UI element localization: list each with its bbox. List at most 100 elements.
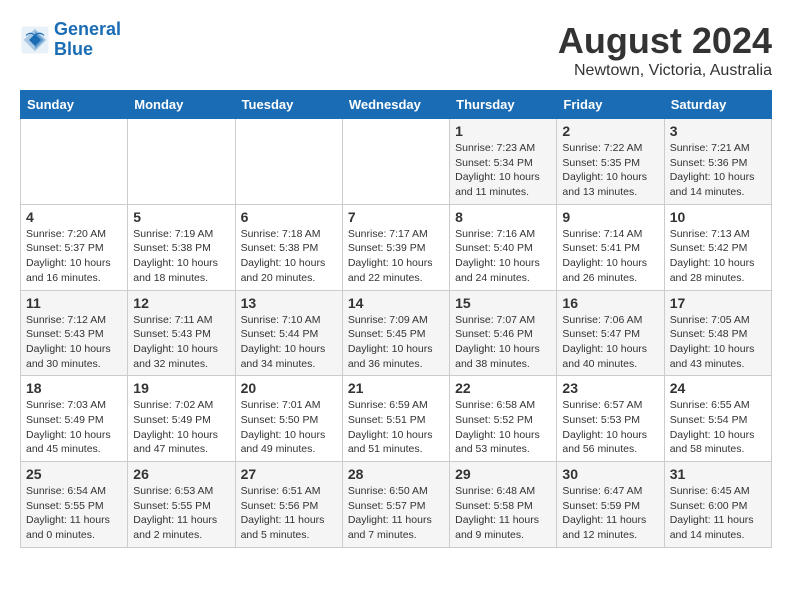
day-info: Sunrise: 7:13 AM Sunset: 5:42 PM Dayligh…: [670, 227, 766, 286]
day-number: 7: [348, 209, 444, 225]
calendar-cell: 19 Sunrise: 7:02 AM Sunset: 5:49 PM Dayli…: [128, 376, 235, 462]
day-info: Sunrise: 6:51 AM Sunset: 5:56 PM Dayligh…: [241, 484, 337, 543]
calendar-cell: 6Sunrise: 7:18 AM Sunset: 5:38 PM Daylig…: [235, 204, 342, 290]
calendar-header-row: SundayMondayTuesdayWednesdayThursdayFrid…: [21, 91, 772, 119]
logo-text: General Blue: [54, 20, 121, 60]
day-header-wednesday: Wednesday: [342, 91, 449, 119]
day-number: 28: [348, 466, 444, 482]
calendar-cell: 20Sunrise: 7:01 AM Sunset: 5:50 PM Dayli…: [235, 376, 342, 462]
day-info: Sunrise: 7:07 AM Sunset: 5:46 PM Dayligh…: [455, 313, 551, 372]
calendar-cell: [235, 119, 342, 205]
day-info: Sunrise: 6:47 AM Sunset: 5:59 PM Dayligh…: [562, 484, 658, 543]
day-info: Sunrise: 6:58 AM Sunset: 5:52 PM Dayligh…: [455, 398, 551, 457]
calendar-cell: [21, 119, 128, 205]
day-number: 10: [670, 209, 766, 225]
calendar-cell: 16Sunrise: 7:06 AM Sunset: 5:47 PM Dayli…: [557, 290, 664, 376]
day-number: 14: [348, 295, 444, 311]
calendar-cell: 12Sunrise: 7:11 AM Sunset: 5:43 PM Dayli…: [128, 290, 235, 376]
day-number: 8: [455, 209, 551, 225]
calendar-table: SundayMondayTuesdayWednesdayThursdayFrid…: [20, 90, 772, 548]
day-header-tuesday: Tuesday: [235, 91, 342, 119]
day-info: Sunrise: 6:50 AM Sunset: 5:57 PM Dayligh…: [348, 484, 444, 543]
day-header-monday: Monday: [128, 91, 235, 119]
calendar-cell: 24 Sunrise: 6:55 AM Sunset: 5:54 PM Dayli…: [664, 376, 771, 462]
day-number: 2: [562, 123, 658, 139]
location: Newtown, Victoria, Australia: [558, 62, 772, 80]
day-number: 12: [133, 295, 229, 311]
calendar-cell: 3 Sunrise: 7:21 AM Sunset: 5:36 PM Daylig…: [664, 119, 771, 205]
calendar-cell: [342, 119, 449, 205]
day-info: Sunrise: 7:01 AM Sunset: 5:50 PM Dayligh…: [241, 398, 337, 457]
calendar-cell: 15 Sunrise: 7:07 AM Sunset: 5:46 PM Dayli…: [450, 290, 557, 376]
calendar-cell: 28 Sunrise: 6:50 AM Sunset: 5:57 PM Dayli…: [342, 462, 449, 548]
calendar-cell: 22 Sunrise: 6:58 AM Sunset: 5:52 PM Dayli…: [450, 376, 557, 462]
day-info: Sunrise: 7:10 AM Sunset: 5:44 PM Dayligh…: [241, 313, 337, 372]
day-info: Sunrise: 7:20 AM Sunset: 5:37 PM Dayligh…: [26, 227, 122, 286]
calendar-cell: 18 Sunrise: 7:03 AM Sunset: 5:49 PM Dayli…: [21, 376, 128, 462]
day-info: Sunrise: 7:05 AM Sunset: 5:48 PM Dayligh…: [670, 313, 766, 372]
calendar-week-row: 25Sunrise: 6:54 AM Sunset: 5:55 PM Dayli…: [21, 462, 772, 548]
day-info: Sunrise: 6:45 AM Sunset: 6:00 PM Dayligh…: [670, 484, 766, 543]
day-info: Sunrise: 7:19 AM Sunset: 5:38 PM Dayligh…: [133, 227, 229, 286]
day-number: 27: [241, 466, 337, 482]
day-number: 31: [670, 466, 766, 482]
day-info: Sunrise: 6:55 AM Sunset: 5:54 PM Dayligh…: [670, 398, 766, 457]
day-info: Sunrise: 6:57 AM Sunset: 5:53 PM Dayligh…: [562, 398, 658, 457]
day-info: Sunrise: 7:23 AM Sunset: 5:34 PM Dayligh…: [455, 141, 551, 200]
calendar-cell: 27 Sunrise: 6:51 AM Sunset: 5:56 PM Dayli…: [235, 462, 342, 548]
calendar-week-row: 18 Sunrise: 7:03 AM Sunset: 5:49 PM Dayli…: [21, 376, 772, 462]
day-info: Sunrise: 6:48 AM Sunset: 5:58 PM Dayligh…: [455, 484, 551, 543]
calendar-cell: 2 Sunrise: 7:22 AM Sunset: 5:35 PM Daylig…: [557, 119, 664, 205]
calendar-week-row: 4 Sunrise: 7:20 AM Sunset: 5:37 PM Daylig…: [21, 204, 772, 290]
day-number: 16: [562, 295, 658, 311]
day-info: Sunrise: 7:21 AM Sunset: 5:36 PM Dayligh…: [670, 141, 766, 200]
day-number: 4: [26, 209, 122, 225]
calendar-cell: 4 Sunrise: 7:20 AM Sunset: 5:37 PM Daylig…: [21, 204, 128, 290]
calendar-cell: 30Sunrise: 6:47 AM Sunset: 5:59 PM Dayli…: [557, 462, 664, 548]
calendar-week-row: 1 Sunrise: 7:23 AM Sunset: 5:34 PM Daylig…: [21, 119, 772, 205]
day-number: 5: [133, 209, 229, 225]
day-info: Sunrise: 7:03 AM Sunset: 5:49 PM Dayligh…: [26, 398, 122, 457]
calendar-cell: 8 Sunrise: 7:16 AM Sunset: 5:40 PM Daylig…: [450, 204, 557, 290]
title-block: August 2024 Newtown, Victoria, Australia: [558, 20, 772, 80]
day-info: Sunrise: 7:12 AM Sunset: 5:43 PM Dayligh…: [26, 313, 122, 372]
logo-icon: [20, 25, 50, 55]
day-info: Sunrise: 6:54 AM Sunset: 5:55 PM Dayligh…: [26, 484, 122, 543]
day-number: 24: [670, 380, 766, 396]
day-number: 22: [455, 380, 551, 396]
day-info: Sunrise: 7:16 AM Sunset: 5:40 PM Dayligh…: [455, 227, 551, 286]
day-header-friday: Friday: [557, 91, 664, 119]
day-number: 1: [455, 123, 551, 139]
calendar-cell: 11 Sunrise: 7:12 AM Sunset: 5:43 PM Dayli…: [21, 290, 128, 376]
day-number: 17: [670, 295, 766, 311]
day-number: 3: [670, 123, 766, 139]
day-number: 26: [133, 466, 229, 482]
calendar-cell: [128, 119, 235, 205]
calendar-cell: 29 Sunrise: 6:48 AM Sunset: 5:58 PM Dayli…: [450, 462, 557, 548]
calendar-cell: 31 Sunrise: 6:45 AM Sunset: 6:00 PM Dayli…: [664, 462, 771, 548]
calendar-week-row: 11 Sunrise: 7:12 AM Sunset: 5:43 PM Dayli…: [21, 290, 772, 376]
month-year: August 2024: [558, 20, 772, 62]
day-info: Sunrise: 7:02 AM Sunset: 5:49 PM Dayligh…: [133, 398, 229, 457]
logo: General Blue: [20, 20, 121, 60]
calendar-cell: 7Sunrise: 7:17 AM Sunset: 5:39 PM Daylig…: [342, 204, 449, 290]
day-number: 15: [455, 295, 551, 311]
day-number: 18: [26, 380, 122, 396]
calendar-cell: 17 Sunrise: 7:05 AM Sunset: 5:48 PM Dayli…: [664, 290, 771, 376]
day-number: 21: [348, 380, 444, 396]
day-number: 19: [133, 380, 229, 396]
day-info: Sunrise: 7:22 AM Sunset: 5:35 PM Dayligh…: [562, 141, 658, 200]
day-number: 29: [455, 466, 551, 482]
calendar-cell: 21 Sunrise: 6:59 AM Sunset: 5:51 PM Dayli…: [342, 376, 449, 462]
calendar-cell: 13 Sunrise: 7:10 AM Sunset: 5:44 PM Dayli…: [235, 290, 342, 376]
calendar-cell: 1 Sunrise: 7:23 AM Sunset: 5:34 PM Daylig…: [450, 119, 557, 205]
day-number: 9: [562, 209, 658, 225]
calendar-cell: 9Sunrise: 7:14 AM Sunset: 5:41 PM Daylig…: [557, 204, 664, 290]
logo-line1: General: [54, 19, 121, 39]
logo-line2: Blue: [54, 39, 93, 59]
day-info: Sunrise: 6:59 AM Sunset: 5:51 PM Dayligh…: [348, 398, 444, 457]
day-header-sunday: Sunday: [21, 91, 128, 119]
day-number: 11: [26, 295, 122, 311]
calendar-cell: 26Sunrise: 6:53 AM Sunset: 5:55 PM Dayli…: [128, 462, 235, 548]
day-number: 13: [241, 295, 337, 311]
